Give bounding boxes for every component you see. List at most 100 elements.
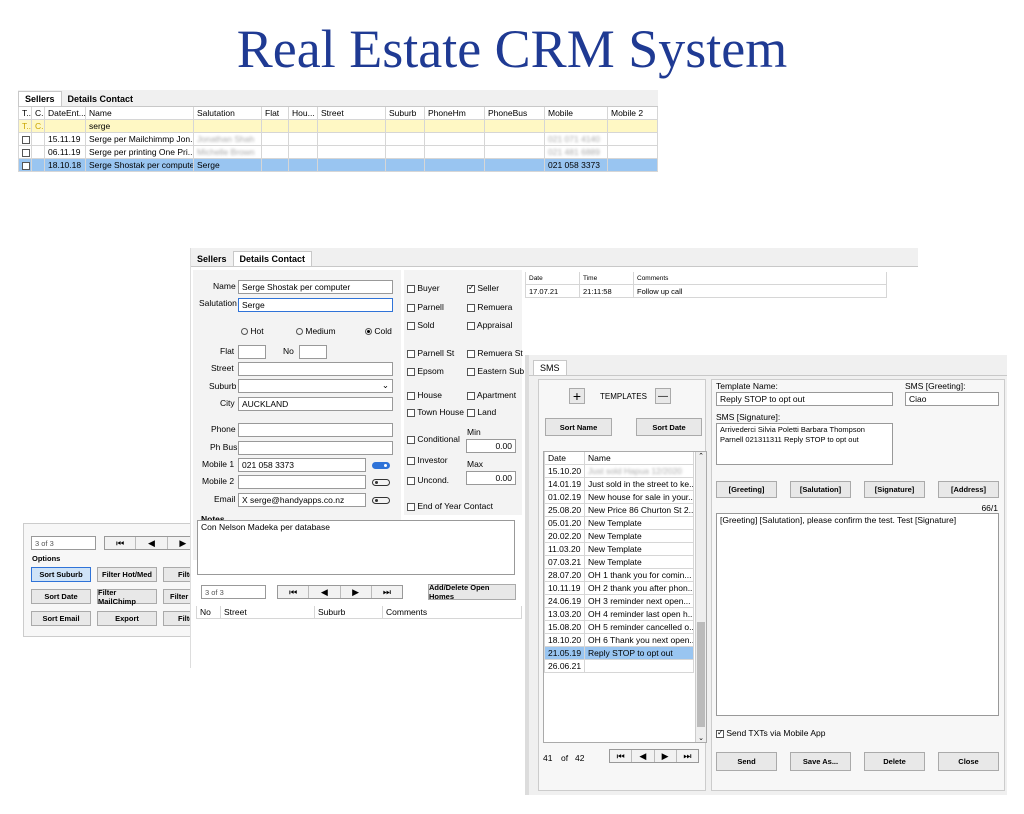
check-eastern-sub[interactable]: Eastern Sub — [467, 366, 524, 376]
signature-textarea[interactable]: Arrivederci Silvia Poletti Barbara Thomp… — [716, 423, 893, 465]
scroll-up-icon[interactable]: ⌃ — [696, 452, 706, 460]
col-c[interactable]: C.. — [31, 107, 45, 120]
email-field[interactable]: X serge@handyapps.co.nz — [238, 493, 366, 507]
col-comments[interactable]: Comments — [633, 272, 887, 285]
col-street[interactable]: Street — [317, 107, 386, 120]
list-item[interactable]: 01.02.19 New house for sale in your... — [544, 490, 694, 504]
min-field[interactable]: 0.00 — [466, 439, 516, 453]
check-sold[interactable]: Sold — [407, 320, 434, 330]
send-via-app-checkbox[interactable]: Send TXTs via Mobile App — [716, 728, 825, 738]
list-item[interactable]: 11.03.20 New Template — [544, 542, 694, 556]
list-item[interactable]: 20.02.20 New Template — [544, 529, 694, 543]
filter-row[interactable]: T.. C.. serge — [18, 119, 658, 133]
mobile1-field[interactable]: 021 058 3373 — [238, 458, 366, 472]
sort-email-button[interactable]: Sort Email — [31, 611, 91, 626]
list-item[interactable]: 26.06.21 — [544, 659, 694, 673]
address-tag-button[interactable]: [Address] — [938, 481, 999, 498]
record-navigator[interactable]: ⏮ ◀ ▶ — [104, 536, 199, 550]
template-navigator[interactable]: ⏮ ◀ ▶ ⏭ — [609, 749, 699, 763]
phone-field[interactable] — [238, 423, 393, 437]
template-name-field[interactable]: Reply STOP to opt out — [716, 392, 893, 406]
row-checkbox[interactable] — [22, 161, 30, 170]
filter-cell[interactable]: T.. — [18, 119, 32, 133]
chevron-down-icon[interactable]: ⌄ — [382, 380, 389, 391]
check-epsom[interactable]: Epsom — [407, 366, 444, 376]
email-toggle[interactable] — [372, 497, 390, 504]
sort-date-button[interactable]: Sort Date — [31, 589, 91, 604]
record-navigator[interactable]: ⏮ ◀ ▶ ⏭ — [277, 585, 403, 599]
list-item[interactable]: 13.03.20 OH 4 reminder last open h... — [544, 607, 694, 621]
salutation-tag-button[interactable]: [Salutation] — [790, 481, 851, 498]
add-delete-open-homes-button[interactable]: Add/Delete Open Homes — [428, 583, 516, 601]
suburb-select[interactable]: ⌄ — [238, 379, 393, 393]
export-button[interactable]: Export — [97, 611, 157, 626]
check-apartment[interactable]: Apartment — [467, 390, 516, 400]
last-record-icon[interactable]: ⏭ — [372, 586, 402, 598]
max-field[interactable]: 0.00 — [466, 471, 516, 485]
col-suburb[interactable]: Suburb — [314, 606, 383, 619]
table-row[interactable]: 15.11.19 Serge per Mailchimmp Jon... Jon… — [18, 132, 658, 146]
phbus-field[interactable] — [238, 441, 393, 455]
table-row[interactable]: 17.07.21 21:11:58 Follow up call — [525, 284, 887, 298]
check-seller[interactable]: Seller — [467, 283, 499, 293]
sort-date-button[interactable]: Sort Date — [636, 418, 702, 436]
list-item[interactable]: 15.08.20 OH 5 reminder cancelled o... — [544, 620, 694, 634]
signature-tag-button[interactable]: [Signature] — [864, 481, 925, 498]
last-record-icon[interactable]: ⏭ — [677, 750, 698, 762]
street-field[interactable] — [238, 362, 393, 376]
check-land[interactable]: Land — [467, 407, 496, 417]
list-item[interactable]: 10.11.19 OH 2 thank you after phon... — [544, 581, 694, 595]
col-street[interactable]: Street — [220, 606, 315, 619]
col-house[interactable]: Hou... — [288, 107, 318, 120]
check-end-of-year[interactable]: End of Year Contact — [407, 501, 493, 511]
salutation-field[interactable]: Serge — [238, 298, 393, 312]
check-town-house[interactable]: Town House — [407, 407, 464, 417]
list-item[interactable]: 05.01.20 New Template — [544, 516, 694, 530]
list-item[interactable]: 18.10.20 OH 6 Thank you next open... — [544, 633, 694, 647]
first-record-icon[interactable]: ⏮ — [278, 586, 310, 598]
scroll-down-icon[interactable]: ⌄ — [696, 734, 706, 742]
col-date[interactable]: Date — [544, 452, 585, 465]
col-flat[interactable]: Flat — [261, 107, 289, 120]
list-item[interactable]: 28.07.20 OH 1 thank you for comin... — [544, 568, 694, 582]
radio-cold[interactable]: Cold — [365, 326, 392, 336]
message-textarea[interactable]: [Greeting] [Salutation], please confirm … — [716, 513, 999, 716]
delete-button[interactable]: Delete — [864, 752, 925, 771]
list-item[interactable]: 15.10.20 Just sold Hapua 12/2020 — [544, 464, 694, 478]
table-row-selected[interactable]: 18.10.18 Serge Shostak per computer Serg… — [18, 158, 658, 172]
filter-mailchimp-button[interactable]: Filter MailChimp — [97, 588, 157, 606]
list-item[interactable]: 07.03.21 New Template — [544, 555, 694, 569]
remove-template-icon[interactable]: — — [655, 388, 671, 404]
radio-button[interactable] — [241, 328, 248, 336]
first-record-icon[interactable]: ⏮ — [105, 537, 137, 549]
radio-hot[interactable]: Hot — [241, 326, 264, 336]
add-template-icon[interactable]: + — [569, 388, 585, 404]
row-checkbox[interactable] — [22, 148, 30, 157]
save-as-button[interactable]: Save As... — [790, 752, 851, 771]
check-remuera[interactable]: Remuera — [467, 302, 512, 312]
radio-medium[interactable]: Medium — [296, 326, 336, 336]
tab-sellers[interactable]: Sellers — [191, 252, 233, 266]
row-checkbox[interactable] — [22, 135, 30, 144]
scrollbar[interactable]: ⌃ ⌄ — [695, 452, 706, 742]
list-item[interactable]: 24.06.19 OH 3 reminder next open... — [544, 594, 694, 608]
list-item[interactable]: 14.01.19 Just sold in the street to ke... — [544, 477, 694, 491]
col-no[interactable]: No — [196, 606, 221, 619]
col-name[interactable]: Name — [584, 452, 694, 465]
mobile1-toggle[interactable] — [372, 462, 390, 469]
send-button[interactable]: Send — [716, 752, 777, 771]
mobile2-field[interactable] — [238, 475, 366, 489]
next-record-icon[interactable]: ▶ — [655, 750, 677, 762]
col-name[interactable]: Name — [85, 107, 194, 120]
first-record-icon[interactable]: ⏮ — [610, 750, 633, 762]
tab-details-contact[interactable]: Details Contact — [232, 251, 313, 266]
no-field[interactable] — [299, 345, 327, 359]
filter-hotmed-button[interactable]: Filter Hot/Med — [97, 567, 157, 582]
list-item-selected[interactable]: 21.05.19 Reply STOP to opt out — [544, 646, 694, 660]
check-uncond[interactable]: Uncond. — [407, 475, 449, 485]
col-phonehm[interactable]: PhoneHm — [424, 107, 485, 120]
prev-record-icon[interactable]: ◀ — [632, 750, 655, 762]
col-mobile[interactable]: Mobile — [544, 107, 608, 120]
col-mobile2[interactable]: Mobile 2 — [607, 107, 658, 120]
sort-suburb-button[interactable]: Sort Suburb — [31, 567, 91, 582]
